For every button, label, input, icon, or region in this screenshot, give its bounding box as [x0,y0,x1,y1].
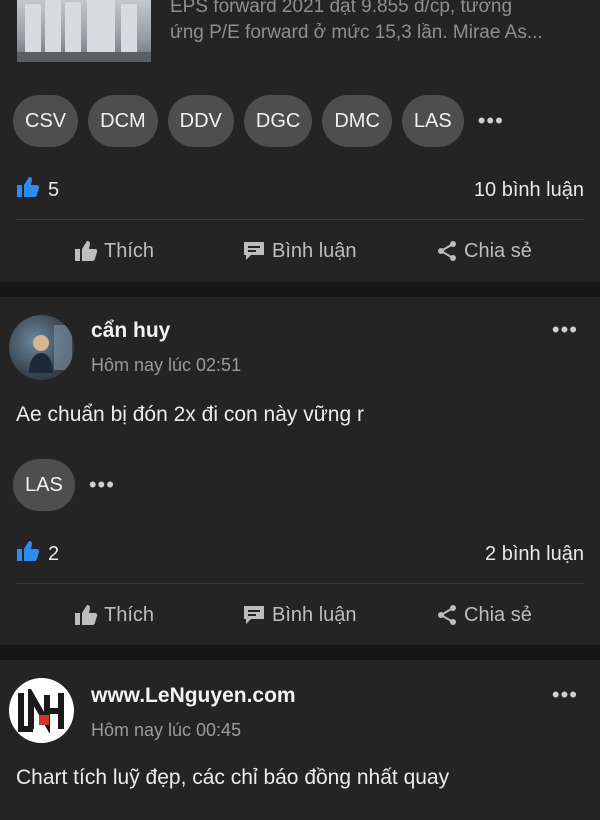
share-icon [438,605,456,625]
lenguyen-logo-icon [17,688,64,733]
tag-chip[interactable]: DDV [167,95,234,147]
divider [16,583,584,584]
comment-count[interactable]: 10 bình luận [474,179,584,202]
tag-chip[interactable]: DGC [243,95,313,147]
post-timestamp: Hôm nay lúc 02:51 [91,355,242,375]
post-options-icon[interactable]: ••• [552,682,578,708]
share-button[interactable]: Chia sẻ [436,240,532,263]
avatar[interactable] [9,315,74,380]
author-name[interactable]: www.LeNguyen.com [91,684,296,708]
share-label: Chia sẻ [464,603,532,626]
post-stats: 2 2 bình luận [16,539,584,569]
thumbs-up-icon [75,605,98,625]
post-card-2: cẩn huy Hôm nay lúc 02:51 ••• Ae chuẩn b… [0,297,600,645]
thumbs-up-icon [75,241,98,261]
thumbs-up-icon [16,176,40,204]
like-button[interactable]: Thích [74,604,154,627]
author-name[interactable]: cẩn huy [91,319,170,343]
like-button[interactable]: Thích [74,240,154,263]
post-options-icon[interactable]: ••• [552,317,578,343]
share-label: Chia sẻ [464,239,532,262]
tag-chip[interactable]: CSV [13,95,79,147]
comment-count[interactable]: 2 bình luận [485,543,584,566]
more-tags-icon[interactable]: ••• [89,472,115,498]
tag-list: CSV DCM DDV DGC DMC LAS ••• [13,95,504,147]
more-tags-icon[interactable]: ••• [478,108,504,134]
tag-chip[interactable]: LAS [13,459,75,511]
post-body: Chart tích luỹ đẹp, các chỉ báo đồng nhấ… [16,766,450,789]
article-preview-text[interactable]: EPS forward 2021 đạt 9.855 đ/cp, tương ứ… [170,0,590,46]
post-stats: 5 10 bình luận [16,175,584,205]
comment-icon [244,606,264,624]
comment-label: Bình luận [272,239,357,262]
tag-chip[interactable]: DMC [322,95,392,147]
preview-line: ứng P/E forward ở mức 15,3 lần. Mirae As… [170,22,543,43]
post-timestamp: Hôm nay lúc 00:45 [91,720,242,740]
comment-button[interactable]: Bình luận [242,240,357,263]
like-label: Thích [104,239,155,262]
article-thumbnail[interactable] [17,0,151,62]
like-label: Thích [104,603,155,626]
tag-list: LAS ••• [13,459,115,511]
post-actions: Thích Bình luận Chia sẻ [0,231,600,271]
comment-button[interactable]: Bình luận [242,604,357,627]
avatar[interactable] [9,678,74,743]
preview-line: EPS forward 2021 đạt 9.855 đ/cp, tương [170,0,513,17]
share-icon [438,241,456,261]
share-button[interactable]: Chia sẻ [436,604,532,627]
thumbs-up-icon [16,540,40,568]
like-count: 2 [48,542,60,565]
comment-label: Bình luận [272,603,357,626]
post-actions: Thích Bình luận Chia sẻ [0,595,600,635]
tag-chip[interactable]: LAS [401,95,464,147]
comment-icon [244,242,264,260]
post-body: Ae chuẩn bị đón 2x đi con này vững r [16,403,364,426]
post-card-3: www.LeNguyen.com Hôm nay lúc 00:45 ••• C… [0,660,600,820]
like-count: 5 [48,178,60,201]
divider [16,219,584,220]
post-card-1: EPS forward 2021 đạt 9.855 đ/cp, tương ứ… [0,0,600,282]
tag-chip[interactable]: DCM [88,95,158,147]
